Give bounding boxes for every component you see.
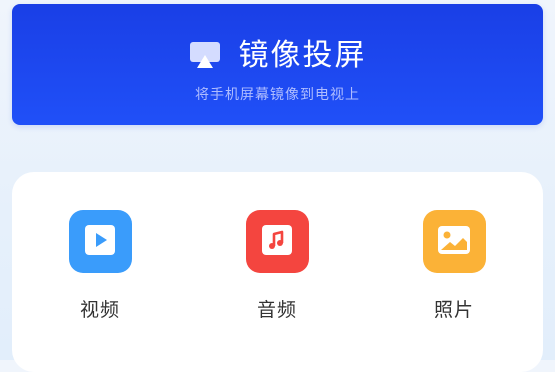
audio-button[interactable]: 音频 <box>217 210 337 322</box>
photo-label: 照片 <box>433 299 474 321</box>
photo-tile[interactable] <box>422 210 486 273</box>
media-type-panel: 视频 音频 照片 <box>12 172 543 372</box>
photo-button[interactable]: 照片 <box>394 210 514 322</box>
audio-tile[interactable] <box>245 210 309 273</box>
mirror-subtitle: 将手机屏幕镜像到电视上 <box>195 87 360 103</box>
mirror-title: 镜像投屏 <box>238 38 367 73</box>
play-video-icon <box>84 224 116 260</box>
mirror-cast-button[interactable]: 镜像投屏 将手机屏幕镜像到电视上 <box>12 4 543 125</box>
video-button[interactable]: 视频 <box>40 210 160 322</box>
airplay-screen-icon <box>189 41 221 71</box>
photo-image-icon <box>437 225 471 259</box>
video-label: 视频 <box>79 299 120 321</box>
music-note-icon <box>261 224 293 260</box>
audio-label: 音频 <box>256 299 297 321</box>
video-tile[interactable] <box>68 210 132 273</box>
mirror-title-row: 镜像投屏 <box>12 38 543 74</box>
